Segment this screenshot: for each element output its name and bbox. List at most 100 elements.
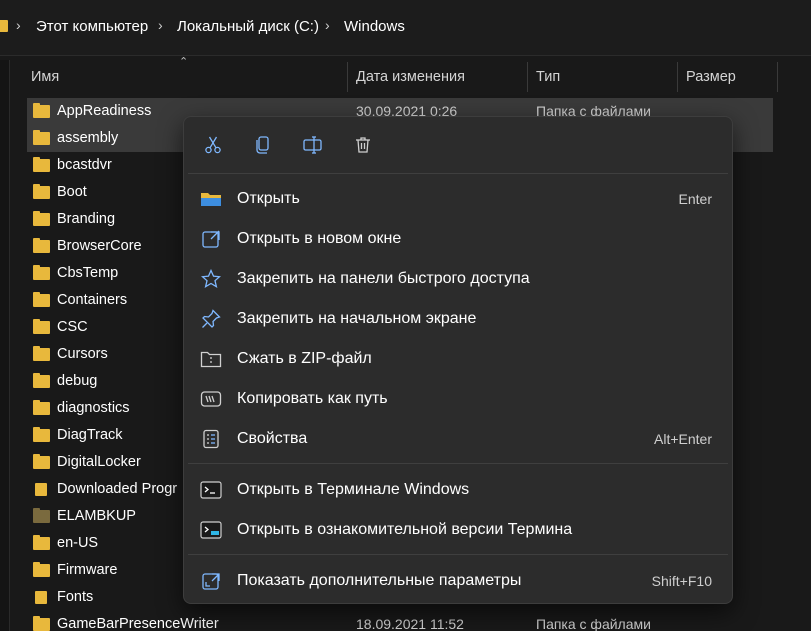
file-name: Fonts xyxy=(57,589,94,605)
breadcrumb-item[interactable]: Windows xyxy=(344,18,405,35)
address-bar[interactable]: › Этот компьютер › Локальный диск (C:) ›… xyxy=(0,0,811,56)
menu-item-open-terminal[interactable]: Открыть в Терминале Windows xyxy=(184,472,732,508)
folder-icon xyxy=(33,427,50,442)
copy-path-icon xyxy=(200,388,222,410)
menu-item-shortcut: Alt+Enter xyxy=(654,431,712,447)
file-name: Containers xyxy=(57,292,128,308)
folder-icon xyxy=(33,184,50,199)
column-divider[interactable] xyxy=(347,62,348,92)
scissors-icon xyxy=(205,136,221,154)
menu-item-label: Открыть в ознакомительной версии Термина xyxy=(237,521,573,538)
copy-icon xyxy=(256,136,269,154)
chevron-right-icon[interactable]: › xyxy=(16,17,21,33)
folder-icon xyxy=(33,535,50,550)
quick-actions-bar xyxy=(184,117,732,173)
column-header-type[interactable]: Тип xyxy=(536,60,560,94)
file-name: Firmware xyxy=(57,562,118,578)
menu-item-pin-quick-access[interactable]: Закрепить на панели быстрого доступа xyxy=(184,261,732,297)
folder-icon xyxy=(33,454,50,469)
menu-item-label: Показать дополнительные параметры xyxy=(237,572,522,589)
column-divider[interactable] xyxy=(527,62,528,92)
folder-icon xyxy=(33,130,50,145)
file-row[interactable]: GameBarPresenceWriter 18.09.2021 11:52 Пап… xyxy=(27,611,773,631)
column-divider[interactable] xyxy=(777,62,778,92)
folder-icon xyxy=(33,319,50,334)
folder-icon xyxy=(33,562,50,577)
file-name: diagnostics xyxy=(57,400,130,416)
cut-button[interactable] xyxy=(197,131,229,159)
folder-dim-icon xyxy=(33,508,50,523)
menu-item-copy-path[interactable]: Копировать как путь xyxy=(184,381,732,417)
file-name: debug xyxy=(57,373,98,389)
folder-icon xyxy=(33,265,50,280)
terminal-preview-icon xyxy=(200,519,222,541)
file-name: en-US xyxy=(57,535,99,551)
menu-divider xyxy=(188,173,728,174)
pin-icon xyxy=(200,308,222,330)
column-header-size[interactable]: Размер xyxy=(686,60,736,94)
file-name: Cursors xyxy=(57,346,108,362)
rename-icon xyxy=(303,136,322,154)
sort-ascending-icon: ⌃ xyxy=(179,56,189,68)
folder-icon xyxy=(33,616,50,631)
menu-item-more-options[interactable]: Показать дополнительные параметры Shift+… xyxy=(184,563,732,599)
menu-item-pin-start[interactable]: Закрепить на начальном экране xyxy=(184,301,732,337)
star-icon xyxy=(200,268,222,290)
properties-icon xyxy=(200,428,222,450)
menu-item-label: Открыть в новом окне xyxy=(237,230,402,247)
folder-icon xyxy=(33,238,50,253)
menu-item-label: Свойства xyxy=(237,430,308,447)
folder-icon xyxy=(0,20,8,32)
navigation-pane-edge xyxy=(0,60,10,631)
menu-item-open[interactable]: Открыть Enter xyxy=(184,181,732,217)
file-name: assembly xyxy=(57,130,119,146)
folder-icon xyxy=(33,373,50,388)
file-date: 18.09.2021 11:52 xyxy=(356,616,464,631)
folder-doc-icon xyxy=(35,483,47,496)
breadcrumb-item[interactable]: Локальный диск (C:) xyxy=(177,18,319,35)
folder-icon xyxy=(33,346,50,361)
menu-item-open-new-window[interactable]: Открыть в новом окне xyxy=(184,221,732,257)
column-divider[interactable] xyxy=(677,62,678,92)
menu-item-label: Открыть xyxy=(237,190,300,207)
file-name: GameBarPresenceWriter xyxy=(57,616,219,631)
file-name: CSC xyxy=(57,319,88,335)
menu-item-shortcut: Shift+F10 xyxy=(651,573,712,589)
rename-button[interactable] xyxy=(297,131,329,159)
menu-item-zip[interactable]: Сжать в ZIP-файл xyxy=(184,341,732,377)
terminal-icon xyxy=(200,479,222,501)
folder-open-icon xyxy=(200,188,222,210)
copy-button[interactable] xyxy=(247,131,279,159)
file-name: DigitalLocker xyxy=(57,454,141,470)
context-menu: Открыть Enter Открыть в новом окне Закре… xyxy=(183,116,733,604)
menu-item-open-terminal-preview[interactable]: Открыть в ознакомительной версии Термина xyxy=(184,512,732,548)
file-name: Boot xyxy=(57,184,87,200)
column-header-date[interactable]: Дата изменения xyxy=(356,60,465,94)
open-new-window-icon xyxy=(200,228,222,250)
folder-icon xyxy=(33,211,50,226)
chevron-right-icon[interactable]: › xyxy=(158,17,163,33)
folder-icon xyxy=(33,292,50,307)
file-name: Downloaded Progr xyxy=(57,481,178,497)
more-options-icon xyxy=(200,570,222,592)
file-name: CbsTemp xyxy=(57,265,119,281)
menu-item-properties[interactable]: Свойства Alt+Enter xyxy=(184,421,732,457)
file-name: DiagTrack xyxy=(57,427,123,443)
menu-item-shortcut: Enter xyxy=(678,191,712,207)
file-name: ELAMBKUP xyxy=(57,508,136,524)
folder-icon xyxy=(33,400,50,415)
file-name: Branding xyxy=(57,211,116,227)
delete-button[interactable] xyxy=(347,131,379,159)
menu-item-label: Закрепить на панели быстрого доступа xyxy=(237,270,530,287)
menu-divider xyxy=(188,554,728,555)
chevron-right-icon[interactable]: › xyxy=(325,17,330,33)
zip-icon xyxy=(200,348,222,370)
column-header-name[interactable]: Имя xyxy=(31,60,59,94)
menu-divider xyxy=(188,463,728,464)
folder-icon xyxy=(33,103,50,118)
file-name: BrowserCore xyxy=(57,238,142,254)
menu-item-label: Сжать в ZIP-файл xyxy=(237,350,372,367)
breadcrumb-item[interactable]: Этот компьютер xyxy=(36,18,148,35)
file-name: bcastdvr xyxy=(57,157,112,173)
trash-icon xyxy=(356,137,370,153)
